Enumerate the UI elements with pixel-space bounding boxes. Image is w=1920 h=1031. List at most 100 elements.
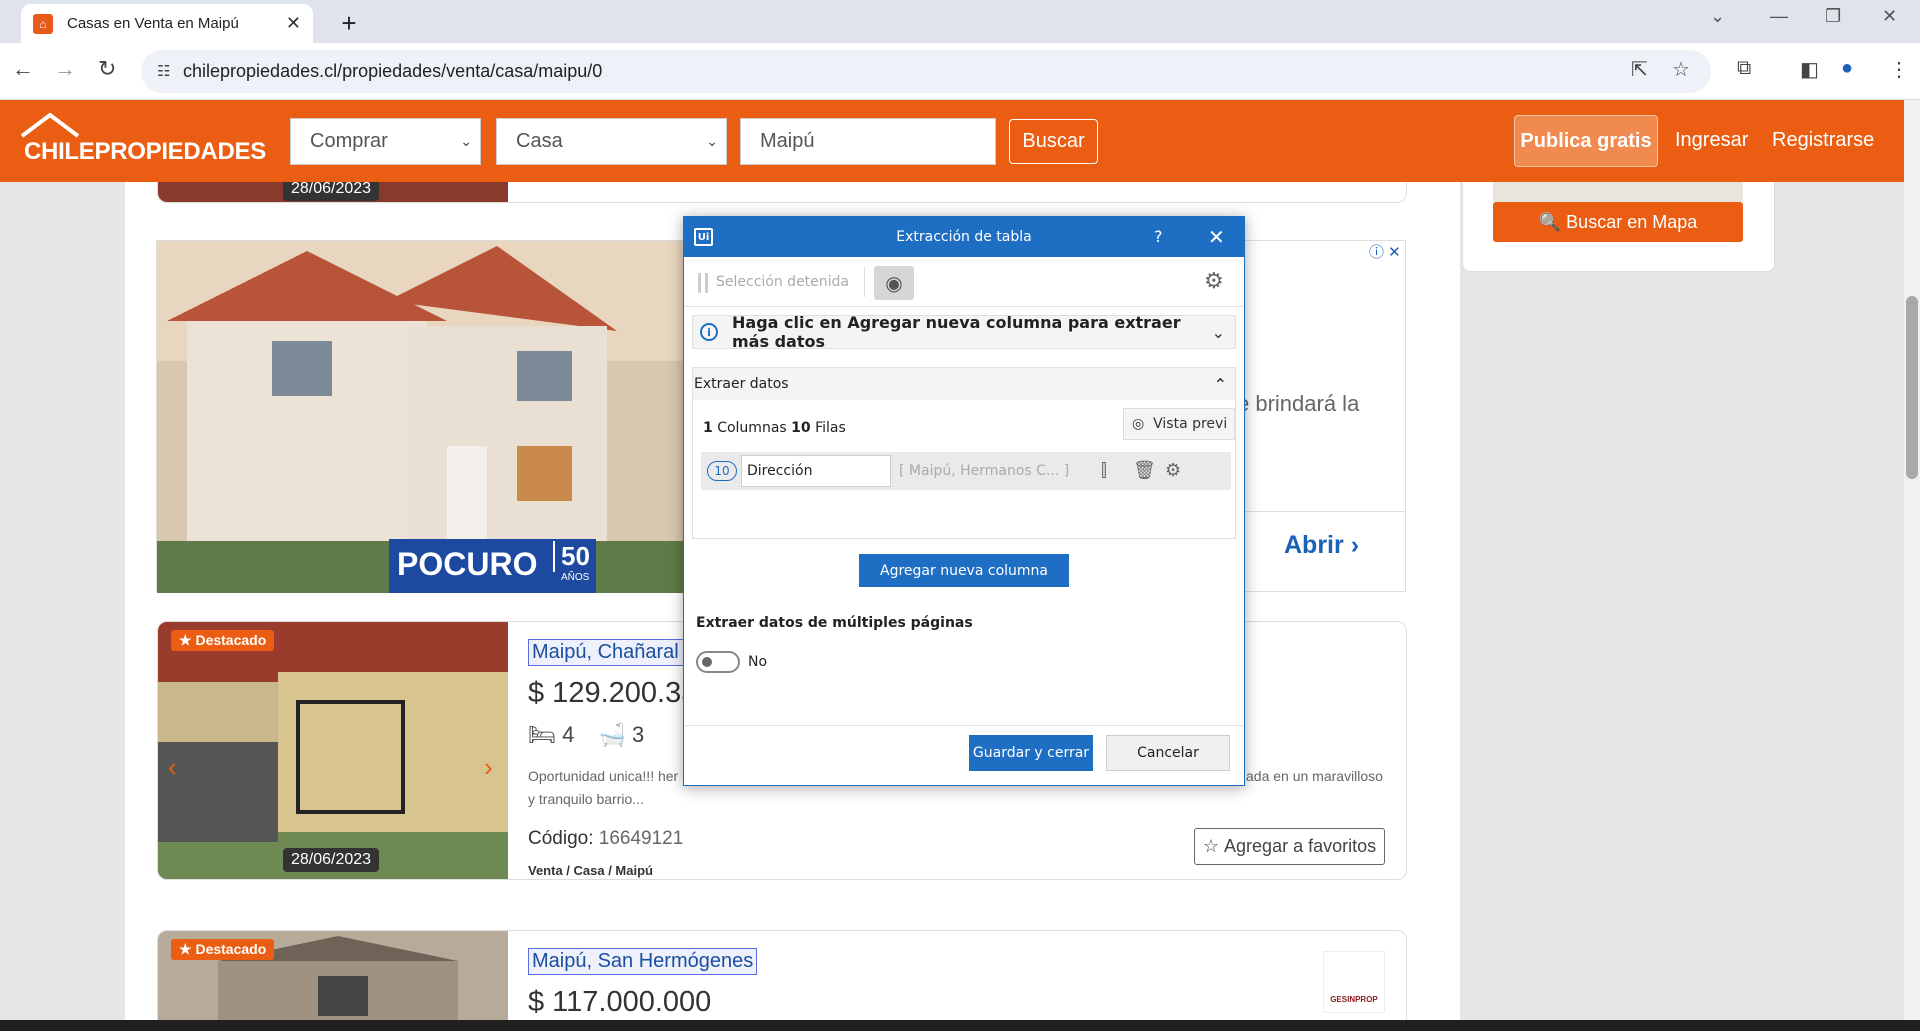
map-thumbnail[interactable] [1493,182,1743,202]
columns-count: 1 [703,420,713,436]
carousel-next-icon[interactable]: › [484,752,493,783]
date-chip: 28/06/2023 [283,182,380,201]
description-line-right: ada en un maravilloso [1246,768,1383,784]
preview-label: Vista previ [1153,416,1228,432]
browser-tab[interactable]: ⌂ Casas en Venta en Maipú ✕ [21,4,313,43]
featured-label: Destacado [195,941,267,957]
listing-address[interactable]: Maipú, Chañaral 5 [528,639,700,666]
preview-button[interactable]: ◎ Vista previ [1123,408,1235,440]
pause-icon[interactable] [698,273,708,293]
multi-page-toggle[interactable] [696,651,740,673]
column-name-input[interactable]: Dirección [741,455,891,487]
reload-button[interactable]: ↻ [98,56,116,82]
column-count-badge: 10 [707,461,737,481]
scrollbar-thumb[interactable] [1906,296,1918,479]
info-banner[interactable]: i Haga clic en Agregar nueva columna par… [692,313,1236,351]
eye-icon[interactable]: ◉ [874,266,914,300]
address-bar: ← → ↻ ☷ chilepropiedades.cl/propiedades/… [0,43,1920,100]
section-header[interactable]: Extraer datos ⌃ [693,368,1235,400]
listing-features: 🛏 4 🛁 3 [528,722,644,748]
info-icon: i [700,323,718,341]
selection-status: Selección detenida [716,274,850,290]
new-tab-button[interactable]: + [334,8,364,38]
listing-card-partial[interactable]: 28/06/2023 [157,182,1407,203]
ad-house-image [157,241,684,593]
logo-text: CHILEPROPIEDADES [24,138,266,165]
map-search-button[interactable]: 🔍 Buscar en Mapa [1493,202,1743,242]
minimize-button[interactable]: — [1770,6,1788,27]
map-search-label: Buscar en Mapa [1566,211,1698,232]
featured-badge: ★ Destacado [171,630,275,651]
close-tab-icon[interactable]: ✕ [286,13,301,34]
type-select[interactable]: Casa ⌄ [496,118,727,165]
agency-logo[interactable]: GESINPROP [1323,951,1385,1013]
profile-avatar-icon[interactable]: ● [1841,57,1853,80]
listing-code: Código: 16649121 [528,828,683,850]
chevron-up-icon[interactable]: ⌃ [1214,375,1227,394]
back-button[interactable]: ← [12,56,34,82]
tab-search-icon[interactable]: ⌄ [1710,6,1725,27]
share-icon[interactable]: ⇱ [1631,57,1648,82]
toolbar-divider [864,267,865,297]
table-extraction-dialog: Ui Extracción de tabla ? ✕ Selección det… [683,216,1245,786]
side-panel-icon[interactable]: ◧ [1800,57,1819,82]
site-logo[interactable]: CHILEPROPIEDADES [18,112,266,165]
menu-kebab-icon[interactable]: ⋮ [1889,57,1909,82]
listing-card[interactable]: ★ Destacado Maipú, San Hermógenes $ 117.… [157,930,1407,1020]
save-and-close-button[interactable]: Guardar y cerrar [969,735,1093,771]
add-favorite-label: Agregar a favoritos [1224,836,1377,856]
tab-title: Casas en Venta en Maipú [67,15,239,32]
eye-icon: ◎ [1132,416,1154,432]
publish-button[interactable]: Publica gratis [1514,115,1658,167]
column-sample-value: [ Maipú, Hermanos C... ] [899,463,1070,479]
location-input[interactable]: Maipú [740,118,996,165]
toggle-knob [702,657,712,667]
listing-photo [158,622,508,879]
add-favorite-button[interactable]: ☆ Agregar a favoritos [1194,828,1385,865]
operation-select-value: Comprar [310,130,388,152]
search-button[interactable]: Buscar [1009,119,1098,164]
type-select-value: Casa [516,130,563,152]
chevron-down-icon[interactable]: ⌄ [1212,323,1225,342]
site-info-icon[interactable]: ☷ [157,62,170,80]
extensions-icon[interactable]: ⧉ [1737,57,1751,80]
listing-breadcrumb[interactable]: Venta / Casa / Maipú [528,863,653,878]
forward-button[interactable]: → [54,56,76,82]
bathrooms-count: 3 [631,722,645,747]
listing-price: $ 129.200.33 [528,677,698,709]
bookmark-star-icon[interactable]: ☆ [1672,57,1690,82]
close-window-button[interactable]: ✕ [1882,6,1897,27]
settings-gear-icon[interactable]: ⚙ [1204,269,1224,294]
help-button[interactable]: ? [1154,227,1163,246]
listing-address[interactable]: Maipú, San Hermógenes [528,948,758,975]
operation-select[interactable]: Comprar ⌄ [290,118,481,165]
column-settings-gear-icon[interactable]: ⚙ [1165,460,1181,481]
chevron-down-icon: ⌄ [460,133,472,149]
site-favicon-icon: ⌂ [33,13,53,34]
close-dialog-button[interactable]: ✕ [1208,225,1225,249]
bath-icon: 🛁 [598,722,626,747]
url-input[interactable]: ☷ chilepropiedades.cl/propiedades/venta/… [141,50,1711,93]
cancel-button[interactable]: Cancelar [1106,735,1230,771]
ad-open-link[interactable]: Abrir › [1284,531,1359,560]
columns-label: Columnas [717,420,787,436]
column-row-counts: 1 Columnas 10 Filas [703,420,846,436]
page-scrollbar[interactable] [1904,100,1920,1020]
dialog-footer: Guardar y cerrar Cancelar [684,725,1244,785]
carousel-prev-icon[interactable]: ‹ [168,752,177,783]
login-link[interactable]: Ingresar [1675,129,1748,152]
location-input-value: Maipú [760,130,815,152]
restore-button[interactable]: ❐ [1825,6,1841,27]
add-column-button[interactable]: Agregar nueva columna [859,554,1069,587]
adchoices-icon[interactable]: ⓘ ✕ [1369,241,1401,262]
featured-label: Destacado [195,632,267,648]
register-link[interactable]: Registrarse [1772,129,1874,152]
search-icon: 🔍 [1538,211,1567,232]
refine-column-icon[interactable]: ⫿ [1101,460,1107,481]
multi-page-label: Extraer datos de múltiples páginas [696,615,973,631]
map-sidebar: 🔍 Buscar en Mapa [1462,182,1775,272]
ad-open-label: Abrir [1284,531,1344,559]
browser-tab-bar: ⌂ Casas en Venta en Maipú ✕ + ⌄ — ❐ ✕ [0,0,1920,43]
bed-icon: 🛏 [528,722,556,747]
delete-column-icon[interactable]: 🗑 [1133,460,1156,481]
